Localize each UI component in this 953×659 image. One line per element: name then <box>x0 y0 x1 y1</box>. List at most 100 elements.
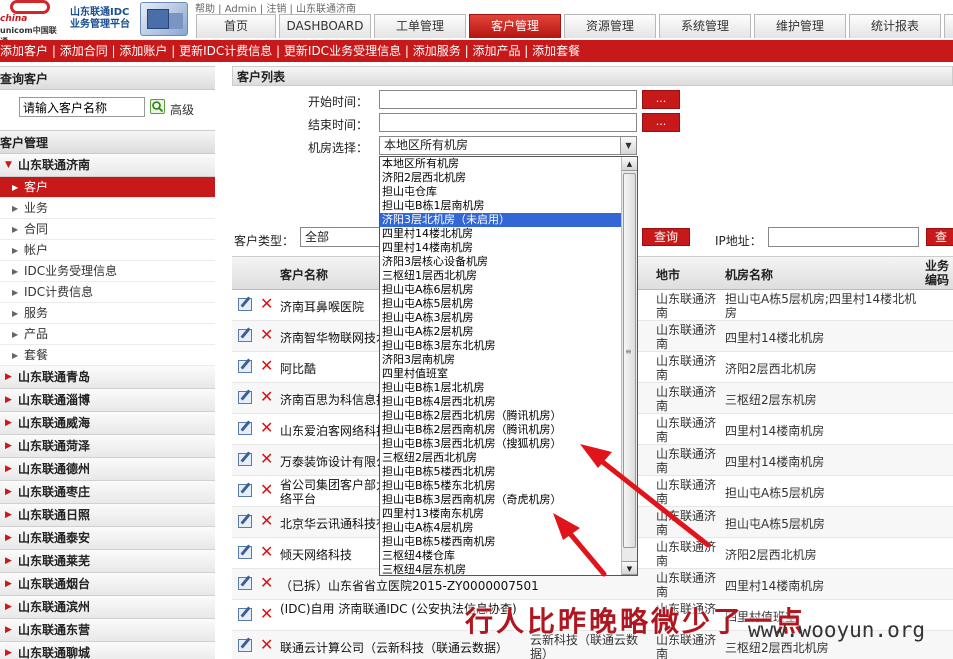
edit-icon[interactable] <box>238 515 252 528</box>
group-zaozhuang[interactable]: ▶ 山东联通枣庄 <box>0 481 215 504</box>
edit-icon[interactable] <box>238 546 252 559</box>
group-laiwu[interactable]: ▶ 山东联通莱芜 <box>0 550 215 573</box>
tab-home[interactable]: 首页 <box>196 14 276 38</box>
scroll-up-icon[interactable]: ▲ <box>622 157 637 171</box>
room-option[interactable]: 担山屯B栋4层西北机房 <box>380 395 622 409</box>
tab-customer-management[interactable]: 客户管理 <box>469 14 561 38</box>
action-add-service[interactable]: 添加服务 <box>413 44 461 58</box>
delete-icon[interactable]: ✕ <box>260 573 273 592</box>
customer-type-select[interactable]: 全部 <box>300 227 380 247</box>
room-option[interactable]: 担山屯A栋2层机房 <box>380 325 622 339</box>
room-option[interactable]: 担山屯A栋3层机房 <box>380 311 622 325</box>
sub-item-package[interactable]: ▶ 套餐 <box>0 345 215 366</box>
action-add-customer[interactable]: 添加客户 <box>0 44 48 58</box>
room-option[interactable]: 济阳3层南机房 <box>380 353 622 367</box>
room-option[interactable]: 担山屯A栋4层机房 <box>380 521 622 535</box>
delete-icon[interactable]: ✕ <box>260 480 273 499</box>
tab-dashboard[interactable]: DASHBOARD <box>279 14 371 38</box>
group-heze[interactable]: ▶ 山东联通菏泽 <box>0 435 215 458</box>
column-business-code[interactable]: 业务编码 <box>925 259 953 287</box>
room-option[interactable]: 济阳3层北机房（未启用） <box>380 213 622 227</box>
top-links[interactable]: 帮助 | Admin | 注销 | 山东联通济南 <box>195 0 356 15</box>
delete-icon[interactable]: ✕ <box>260 449 273 468</box>
scroll-down-icon[interactable]: ▼ <box>622 561 637 575</box>
action-update-acceptance[interactable]: 更新IDC业务受理信息 <box>284 44 401 58</box>
sub-item-idc-billing[interactable]: ▶ IDC计费信息 <box>0 282 215 303</box>
edit-icon[interactable] <box>238 391 252 404</box>
group-taian[interactable]: ▶ 山东联通泰安 <box>0 527 215 550</box>
group-weihai[interactable]: ▶ 山东联通威海 <box>0 412 215 435</box>
delete-icon[interactable]: ✕ <box>260 294 273 313</box>
tab-resource-management[interactable]: 资源管理 <box>564 14 656 38</box>
action-add-contract[interactable]: 添加合同 <box>60 44 108 58</box>
advanced-search-link[interactable]: 高级 <box>170 101 194 118</box>
sub-item-product[interactable]: ▶ 产品 <box>0 324 215 345</box>
action-update-billing[interactable]: 更新IDC计费信息 <box>179 44 272 58</box>
room-option[interactable]: 三枢纽4楼仓库 <box>380 549 622 563</box>
action-add-product[interactable]: 添加产品 <box>472 44 520 58</box>
group-yantai[interactable]: ▶ 山东联通烟台 <box>0 573 215 596</box>
group-liaocheng[interactable]: ▶ 山东联通聊城 <box>0 642 215 659</box>
sub-item-business[interactable]: ▶ 业务 <box>0 198 215 219</box>
ip-input[interactable] <box>768 227 919 247</box>
group-binzhou[interactable]: ▶ 山东联通滨州 <box>0 596 215 619</box>
room-option[interactable]: 本地区所有机房 <box>380 157 622 171</box>
room-option[interactable]: 担山屯B栋2层西北机房（腾讯机房） <box>380 409 622 423</box>
end-time-picker-button[interactable]: ... <box>642 113 680 132</box>
tab-reports[interactable]: 统计报表 <box>849 14 941 38</box>
column-room-name[interactable]: 机房名称 <box>725 266 773 283</box>
edit-icon[interactable] <box>238 453 252 466</box>
delete-icon[interactable]: ✕ <box>260 387 273 406</box>
delete-icon[interactable]: ✕ <box>260 356 273 375</box>
room-option[interactable]: 担山屯A栋5层机房 <box>380 297 622 311</box>
room-option[interactable]: 担山屯仓库 <box>380 185 622 199</box>
room-option[interactable]: 担山屯B栋3层西南机房（奇虎机房） <box>380 493 622 507</box>
edit-icon[interactable] <box>238 298 252 311</box>
edit-icon[interactable] <box>238 422 252 435</box>
edit-icon[interactable] <box>238 484 252 497</box>
group-qingdao[interactable]: ▶ 山东联通青岛 <box>0 366 215 389</box>
room-option[interactable]: 四里村14楼南机房 <box>380 241 622 255</box>
room-option[interactable]: 三枢纽4层东机房 <box>380 563 622 575</box>
room-option[interactable]: 四里村13楼南东机房 <box>380 507 622 521</box>
action-add-package[interactable]: 添加套餐 <box>532 44 580 58</box>
room-option[interactable]: 三枢纽2层西北机房 <box>380 451 622 465</box>
customer-name[interactable]: （已拆）山东省省立医院2015-ZY0000007501 <box>280 577 620 594</box>
delete-icon[interactable]: ✕ <box>260 418 273 437</box>
delete-icon[interactable]: ✕ <box>260 604 273 623</box>
group-dezhou[interactable]: ▶ 山东联通德州 <box>0 458 215 481</box>
room-option[interactable]: 担山屯B栋5楼东北机房 <box>380 479 622 493</box>
room-option[interactable]: 担山屯B栋5楼西北机房 <box>380 465 622 479</box>
sub-item-account[interactable]: ▶ 帐户 <box>0 240 215 261</box>
edit-icon[interactable] <box>238 329 252 342</box>
dropdown-scrollbar[interactable]: ▲ ≡ ▼ <box>621 157 637 575</box>
room-select-dropdown[interactable]: 本地区所有机房 济阳2层西北机房 担山屯仓库 担山屯B栋1层南机房 济阳3层北机房（未启… <box>379 156 638 576</box>
sub-item-customer[interactable]: ▶ 客户 <box>0 177 215 198</box>
chevron-down-icon[interactable]: ▼ <box>620 137 636 154</box>
tab-maintenance[interactable]: 维护管理 <box>754 14 846 38</box>
room-option[interactable]: 三枢纽1层西北机房 <box>380 269 622 283</box>
room-option[interactable]: 四里村14楼北机房 <box>380 227 622 241</box>
customer-search-input[interactable] <box>19 97 145 117</box>
action-add-account[interactable]: 添加账户 <box>119 44 167 58</box>
delete-icon[interactable]: ✕ <box>260 635 273 654</box>
delete-icon[interactable]: ✕ <box>260 325 273 344</box>
tab-ticket-management[interactable]: 工单管理 <box>374 14 466 38</box>
query-button[interactable]: 查询 <box>642 228 690 246</box>
sub-item-service[interactable]: ▶ 服务 <box>0 303 215 324</box>
customer-name[interactable]: 联通云计算公司（云新科技（联通云数据） <box>280 639 520 656</box>
scroll-thumb[interactable] <box>623 173 636 548</box>
room-option[interactable]: 担山屯B栋3层西北机房（搜狐机房） <box>380 437 622 451</box>
room-option[interactable]: 四里村值班室 <box>380 367 622 381</box>
delete-icon[interactable]: ✕ <box>260 511 273 530</box>
group-rizhao[interactable]: ▶ 山东联通日照 <box>0 504 215 527</box>
room-option[interactable]: 担山屯B栋2层西南机房（腾讯机房） <box>380 423 622 437</box>
group-dongying[interactable]: ▶ 山东联通东营 <box>0 619 215 642</box>
room-option[interactable]: 担山屯B栋3层东北机房 <box>380 339 622 353</box>
tab-operations[interactable]: 运 <box>944 14 953 38</box>
search-button[interactable] <box>150 99 165 114</box>
room-option[interactable]: 担山屯B栋5楼西南机房 <box>380 535 622 549</box>
delete-icon[interactable]: ✕ <box>260 542 273 561</box>
sub-item-idc-acceptance[interactable]: ▶ IDC业务受理信息 <box>0 261 215 282</box>
room-option[interactable]: 济阳3层核心设备机房 <box>380 255 622 269</box>
